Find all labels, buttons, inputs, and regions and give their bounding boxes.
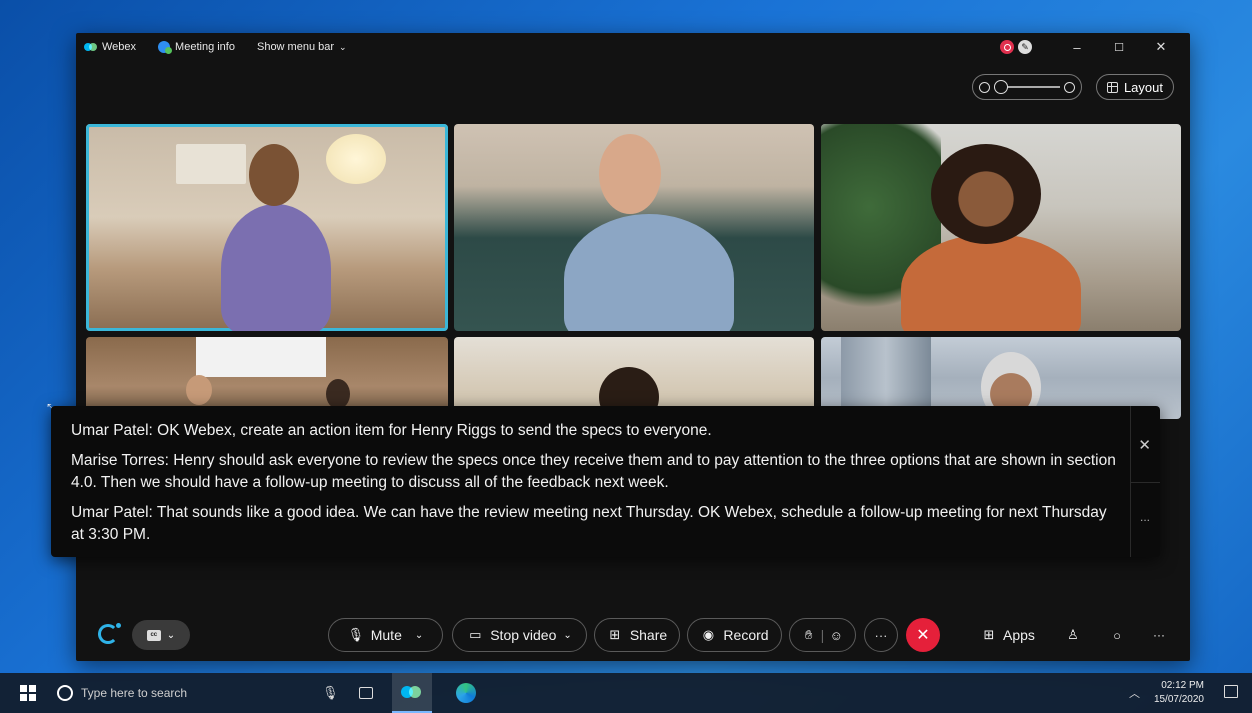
- share-icon: ⊞: [609, 627, 621, 642]
- close-button[interactable]: ✕: [1142, 39, 1180, 55]
- more-options-button[interactable]: ···: [864, 618, 898, 652]
- chevron-down-icon: ⌄: [563, 629, 572, 641]
- record-icon: ◉: [702, 627, 715, 642]
- taskbar-search[interactable]: Type here to search: [49, 673, 349, 713]
- divider: [1130, 482, 1160, 483]
- record-button[interactable]: ◉ Record: [687, 618, 782, 652]
- zoom-slider[interactable]: [994, 80, 1060, 94]
- webex-app-button[interactable]: Webex: [84, 41, 136, 53]
- window-controls: ✎ – ☐ ✕: [1000, 33, 1180, 61]
- windows-start-icon[interactable]: [20, 685, 36, 701]
- participant-head: [326, 379, 350, 409]
- chat-button[interactable]: ○: [1109, 618, 1125, 652]
- grid-icon: [1106, 81, 1118, 93]
- participant-body: [221, 204, 331, 331]
- stop-video-label: Stop video: [490, 627, 557, 643]
- end-call-button[interactable]: ✕: [906, 618, 940, 652]
- task-view-button[interactable]: [346, 673, 386, 713]
- whiteboard: [196, 337, 326, 377]
- layout-button[interactable]: Layout: [1095, 74, 1174, 100]
- task-view-icon: [359, 687, 373, 699]
- system-clock[interactable]: 02:12 PM 15/07/2020: [1154, 679, 1204, 707]
- webex-logo-icon: [84, 42, 97, 52]
- app-name: Webex: [102, 41, 137, 53]
- video-tile-2[interactable]: [454, 124, 814, 331]
- clock-date: 15/07/2020: [1153, 694, 1204, 705]
- overflow-menu-button[interactable]: ···: [1153, 618, 1165, 652]
- microphone-icon[interactable]: 🎙︎: [322, 685, 339, 701]
- taskbar-edge[interactable]: [446, 673, 486, 713]
- meeting-info-label: Meeting info: [175, 41, 235, 53]
- windows-taskbar: Type here to search 🎙︎ ︿ 02:12 PM 15/07/…: [0, 673, 1252, 713]
- webex-assistant-icon[interactable]: [98, 623, 121, 644]
- show-hidden-icons-button[interactable]: ︿: [1129, 685, 1140, 701]
- share-button[interactable]: ⊞ Share: [594, 618, 680, 652]
- participant-body: [901, 234, 1081, 331]
- participant-head: [931, 144, 1041, 244]
- apps-button[interactable]: ⊞ Apps: [981, 618, 1035, 652]
- meeting-info-button[interactable]: Meeting info: [158, 41, 235, 54]
- captions-panel: Umar Patel: OK Webex, create an action i…: [51, 406, 1160, 557]
- minimize-button[interactable]: –: [1058, 40, 1096, 55]
- chevron-down-icon: ⌄: [166, 629, 176, 641]
- chevron-down-icon: ⌄: [414, 629, 424, 641]
- video-tile-3[interactable]: [821, 124, 1181, 331]
- info-icon: [158, 41, 173, 54]
- zoom-slider-knob[interactable]: [994, 80, 1008, 94]
- share-label: Share: [629, 627, 668, 643]
- video-icon: ▭: [469, 627, 482, 642]
- caption-line: Umar Patel: OK Webex, create an action i…: [71, 422, 712, 439]
- raise-hand-icon: ✋︎: [804, 627, 813, 642]
- search-placeholder: Type here to search: [81, 686, 188, 700]
- taskbar-webex[interactable]: [392, 673, 432, 713]
- maximize-button[interactable]: ☐: [1100, 41, 1138, 54]
- mute-label: Mute: [370, 627, 402, 643]
- record-label: Record: [723, 627, 769, 643]
- microphone-icon: 🎙︎: [347, 627, 364, 642]
- participants-button[interactable]: ♙: [1065, 618, 1081, 652]
- participants-icon: ♙: [1067, 627, 1079, 642]
- annotation-indicator-icon[interactable]: ✎: [1018, 40, 1032, 54]
- reaction-icon: ☺︎: [829, 627, 843, 643]
- closed-captions-button[interactable]: cc ⌄: [132, 620, 190, 650]
- zoom-control[interactable]: [972, 74, 1082, 100]
- participant-head: [249, 144, 299, 206]
- menu-bar-label: Show menu bar: [256, 41, 335, 53]
- captions-text: Umar Patel: OK Webex, create an action i…: [71, 420, 1121, 554]
- video-tile-1[interactable]: [86, 124, 448, 331]
- apps-icon: ⊞: [983, 627, 995, 642]
- participant-head: [599, 134, 661, 214]
- mute-button[interactable]: 🎙︎ Mute ⌄: [328, 618, 443, 652]
- participant-head: [186, 375, 212, 405]
- search-icon: [57, 685, 73, 701]
- webex-logo-icon: [401, 684, 423, 700]
- caption-line: Marise Torres: Henry should ask everyone…: [71, 452, 1116, 491]
- zoom-in-icon[interactable]: [1064, 81, 1075, 93]
- meeting-controls: cc ⌄ 🎙︎ Mute ⌄ ▭ Stop video ⌄ ⊞ Share ◉ …: [76, 618, 1190, 652]
- webex-window: Webex Meeting info Show menu bar ⌄ ✎ – ☐…: [76, 33, 1190, 661]
- apps-label: Apps: [1003, 627, 1035, 643]
- cc-icon: cc: [146, 629, 161, 641]
- caption-line: Umar Patel: That sounds like a good idea…: [71, 504, 1107, 543]
- edge-icon: [456, 683, 476, 703]
- divider: |: [820, 627, 825, 643]
- close-captions-button[interactable]: ✕: [1138, 436, 1151, 454]
- zoom-out-icon[interactable]: [979, 81, 990, 93]
- reactions-button[interactable]: ✋︎ | ☺︎: [789, 618, 856, 652]
- record-indicator-icon[interactable]: [1000, 40, 1014, 54]
- participant-body: [564, 214, 734, 331]
- show-menu-bar-button[interactable]: Show menu bar ⌄: [257, 41, 347, 53]
- wall-calendar: [176, 144, 246, 184]
- notification-icon[interactable]: [1224, 685, 1238, 698]
- layout-label: Layout: [1123, 79, 1163, 95]
- chat-icon: ○: [1113, 627, 1121, 643]
- captions-side-panel: ✕ ...: [1130, 406, 1160, 557]
- chevron-down-icon: ⌄: [339, 41, 347, 52]
- captions-more-button[interactable]: ...: [1140, 510, 1150, 524]
- lamp: [326, 134, 386, 184]
- clock-time: 02:12 PM: [1161, 680, 1204, 691]
- stop-video-button[interactable]: ▭ Stop video ⌄: [452, 618, 587, 652]
- title-bar: Webex Meeting info Show menu bar ⌄ ✎ – ☐…: [76, 33, 1190, 61]
